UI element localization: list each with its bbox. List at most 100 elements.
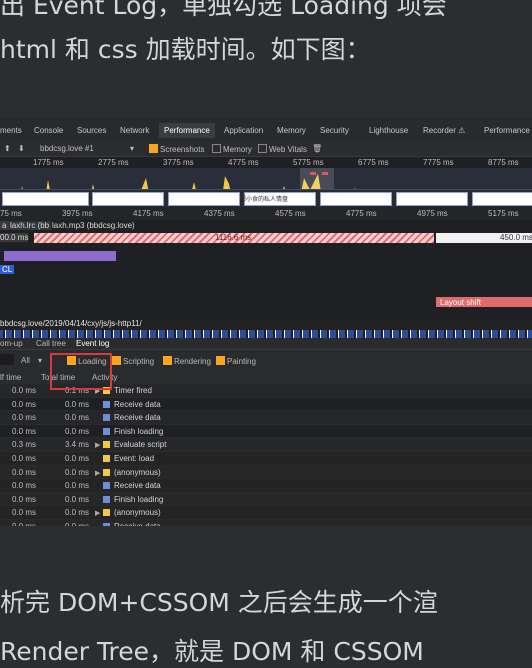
activity-cell: ▶ Evaluate script [95,440,166,449]
highlight-box [50,353,112,390]
overview-tick: 6775 ms [358,158,389,167]
category-color-icon [103,400,110,408]
activity-label: Evaluate script [114,440,167,450]
ruler-tick: 4575 ms [275,209,306,218]
tab-performance-insights[interactable]: Performance i [484,126,532,135]
cl-marker[interactable]: CL [0,265,15,274]
tab-security[interactable]: Security [320,126,349,135]
performance-toolbar: ⬆ ⬇ bbdcsg.love #1 ▾ Screenshots Memory … [0,142,532,157]
ruler-tick: 4175 ms [133,209,164,218]
network-request[interactable]: laxh.mp3 (bbdcsg.love) [50,221,137,230]
article-line-3: 析完 DOM+CSSOM 之后会生成一个渲 [0,588,438,617]
table-row[interactable]: 0.0 ms 0.0 ms Finish loading [0,425,532,439]
table-row[interactable]: 0.0 ms 0.0 ms ▶ (anonymous) [0,506,532,520]
table-row[interactable]: 0.0 ms 0.0 ms Receive data [0,479,532,493]
expand-arrow-icon[interactable]: ▶ [95,469,103,477]
table-row[interactable]: 0.3 ms 3.4 ms ▶ Evaluate script [0,438,532,452]
self-time-cell: 0.0 ms [11,386,36,395]
chevron-down-icon[interactable]: ▾ [38,356,42,365]
tab-recorder[interactable]: Recorder ⚠ [423,126,465,135]
self-time-cell: 0.0 ms [11,413,36,423]
task-left-duration[interactable]: 00.0 ms [0,233,29,242]
upload-icon[interactable]: ⬆ [4,144,11,153]
screenshot-thumbnail [320,192,392,206]
category-color-icon [103,482,110,490]
bottom-subtabs: om-up Call tree Event log [0,338,532,350]
category-color-icon [103,427,110,435]
self-time-cell: 0.0 ms [11,494,36,504]
filter-input[interactable] [0,354,14,365]
table-row[interactable]: 0.0 ms 0.0 ms Finish loading [0,492,532,507]
memory-label: Memory [223,145,252,154]
rendering-checkbox[interactable]: Rendering [163,356,211,366]
self-time-cell: 0.0 ms [11,508,36,518]
tab-sources[interactable]: Sources [77,126,106,135]
screenshot-thumbnail [472,192,532,206]
table-row[interactable]: 0.0 ms 0.0 ms Receive data [0,519,532,526]
expand-arrow-icon[interactable]: ▶ [95,441,103,449]
web-vitals-checkbox[interactable]: Web Vitals [258,144,307,154]
tab-call-tree[interactable]: Call tree [36,339,66,348]
self-time-cell: 0.0 ms [11,467,36,477]
tab-lighthouse[interactable]: Lighthouse [369,126,408,135]
total-time-cell: 0.0 ms [64,494,89,504]
table-row[interactable]: 0.0 ms 0.0 ms Receive data [0,411,532,425]
screenshots-label: Screenshots [160,145,205,154]
chevron-down-icon[interactable]: ▾ [130,144,134,153]
screenshot-thumbnail [2,192,89,206]
table-row[interactable]: 0.0 ms 0.0 ms Event: load [0,452,532,466]
activity-label: Receive data [114,399,161,409]
screenshot-filmstrip[interactable]: 嗯小食的私人情盘 [0,189,532,209]
task-right-duration: 450.0 ms [500,233,532,242]
download-icon[interactable]: ⬇ [18,144,25,153]
rendering-label: Rendering [174,357,211,366]
screenshots-checkbox[interactable]: Screenshots [149,144,204,154]
tab-application[interactable]: Application [224,126,263,135]
checkbox-empty-icon [212,144,221,153]
activity-label: (anonymous) [114,508,161,518]
tab-elements[interactable]: ments [0,126,22,135]
table-row[interactable]: 0.0 ms 0.0 ms Receive data [0,398,532,412]
total-time-cell: 0.0 ms [64,399,89,409]
trash-icon[interactable]: 🗑 [312,144,322,153]
tab-performance[interactable]: Performance [159,123,215,138]
activity-cell: ▶ (anonymous) [95,508,161,517]
self-time-cell: 0.0 ms [11,426,36,436]
activity-cell: Finish loading [95,427,163,436]
timeline-ruler: 75 ms 3975 ms 4175 ms 4375 ms 4575 ms 47… [0,207,532,221]
tab-console[interactable]: Console [34,126,63,135]
activity-label: Finish loading [114,494,164,504]
filter-all-select[interactable]: All [21,356,30,365]
category-color-icon [103,414,110,422]
activity-cell: ▶ (anonymous) [95,468,161,477]
category-color-icon [103,454,110,462]
total-time-cell: 3.4 ms [64,440,89,450]
network-request[interactable]: laxh.lrc (bb [8,221,52,230]
category-color-icon [103,509,110,517]
activity-label: Receive data [114,413,161,423]
event-log-table: 0.0 ms 0.1 ms ▶ Timer fired 0.0 ms 0.0 ms Rece… [0,384,532,526]
painting-checkbox[interactable]: Painting [216,356,256,366]
total-time-cell: 0.0 ms [64,413,89,423]
col-self-time[interactable]: lf time [0,373,21,382]
target-select[interactable]: bbdcsg.love #1 [40,144,94,153]
tab-network[interactable]: Network [120,126,149,135]
waterfall-strip [0,330,532,338]
tab-bottom-up[interactable]: om-up [0,339,23,348]
checkbox-checked-icon [163,356,172,365]
main-thread-row: 00.0 ms 1116.6 ms 450.0 ms [0,232,532,245]
article-line-2: html 和 css 加载时间。如下图： [0,35,371,64]
purple-timing-bar[interactable] [4,251,116,261]
total-time-cell: 0.0 ms [64,426,89,436]
checkbox-checked-icon [112,356,121,365]
devtools-tab-bar: ments Console Sources Network Performanc… [0,118,532,143]
ruler-tick: 4975 ms [417,209,448,218]
table-row[interactable]: 0.0 ms 0.0 ms ▶ (anonymous) [0,465,532,480]
expand-arrow-icon[interactable]: ▶ [95,509,103,517]
ruler-tick: 5175 ms [488,209,519,218]
scripting-checkbox[interactable]: Scripting [112,356,154,366]
tab-event-log[interactable]: Event log [76,339,109,348]
screenshot-thumbnail [92,192,164,206]
memory-checkbox[interactable]: Memory [212,144,252,154]
tab-memory[interactable]: Memory [277,126,306,135]
